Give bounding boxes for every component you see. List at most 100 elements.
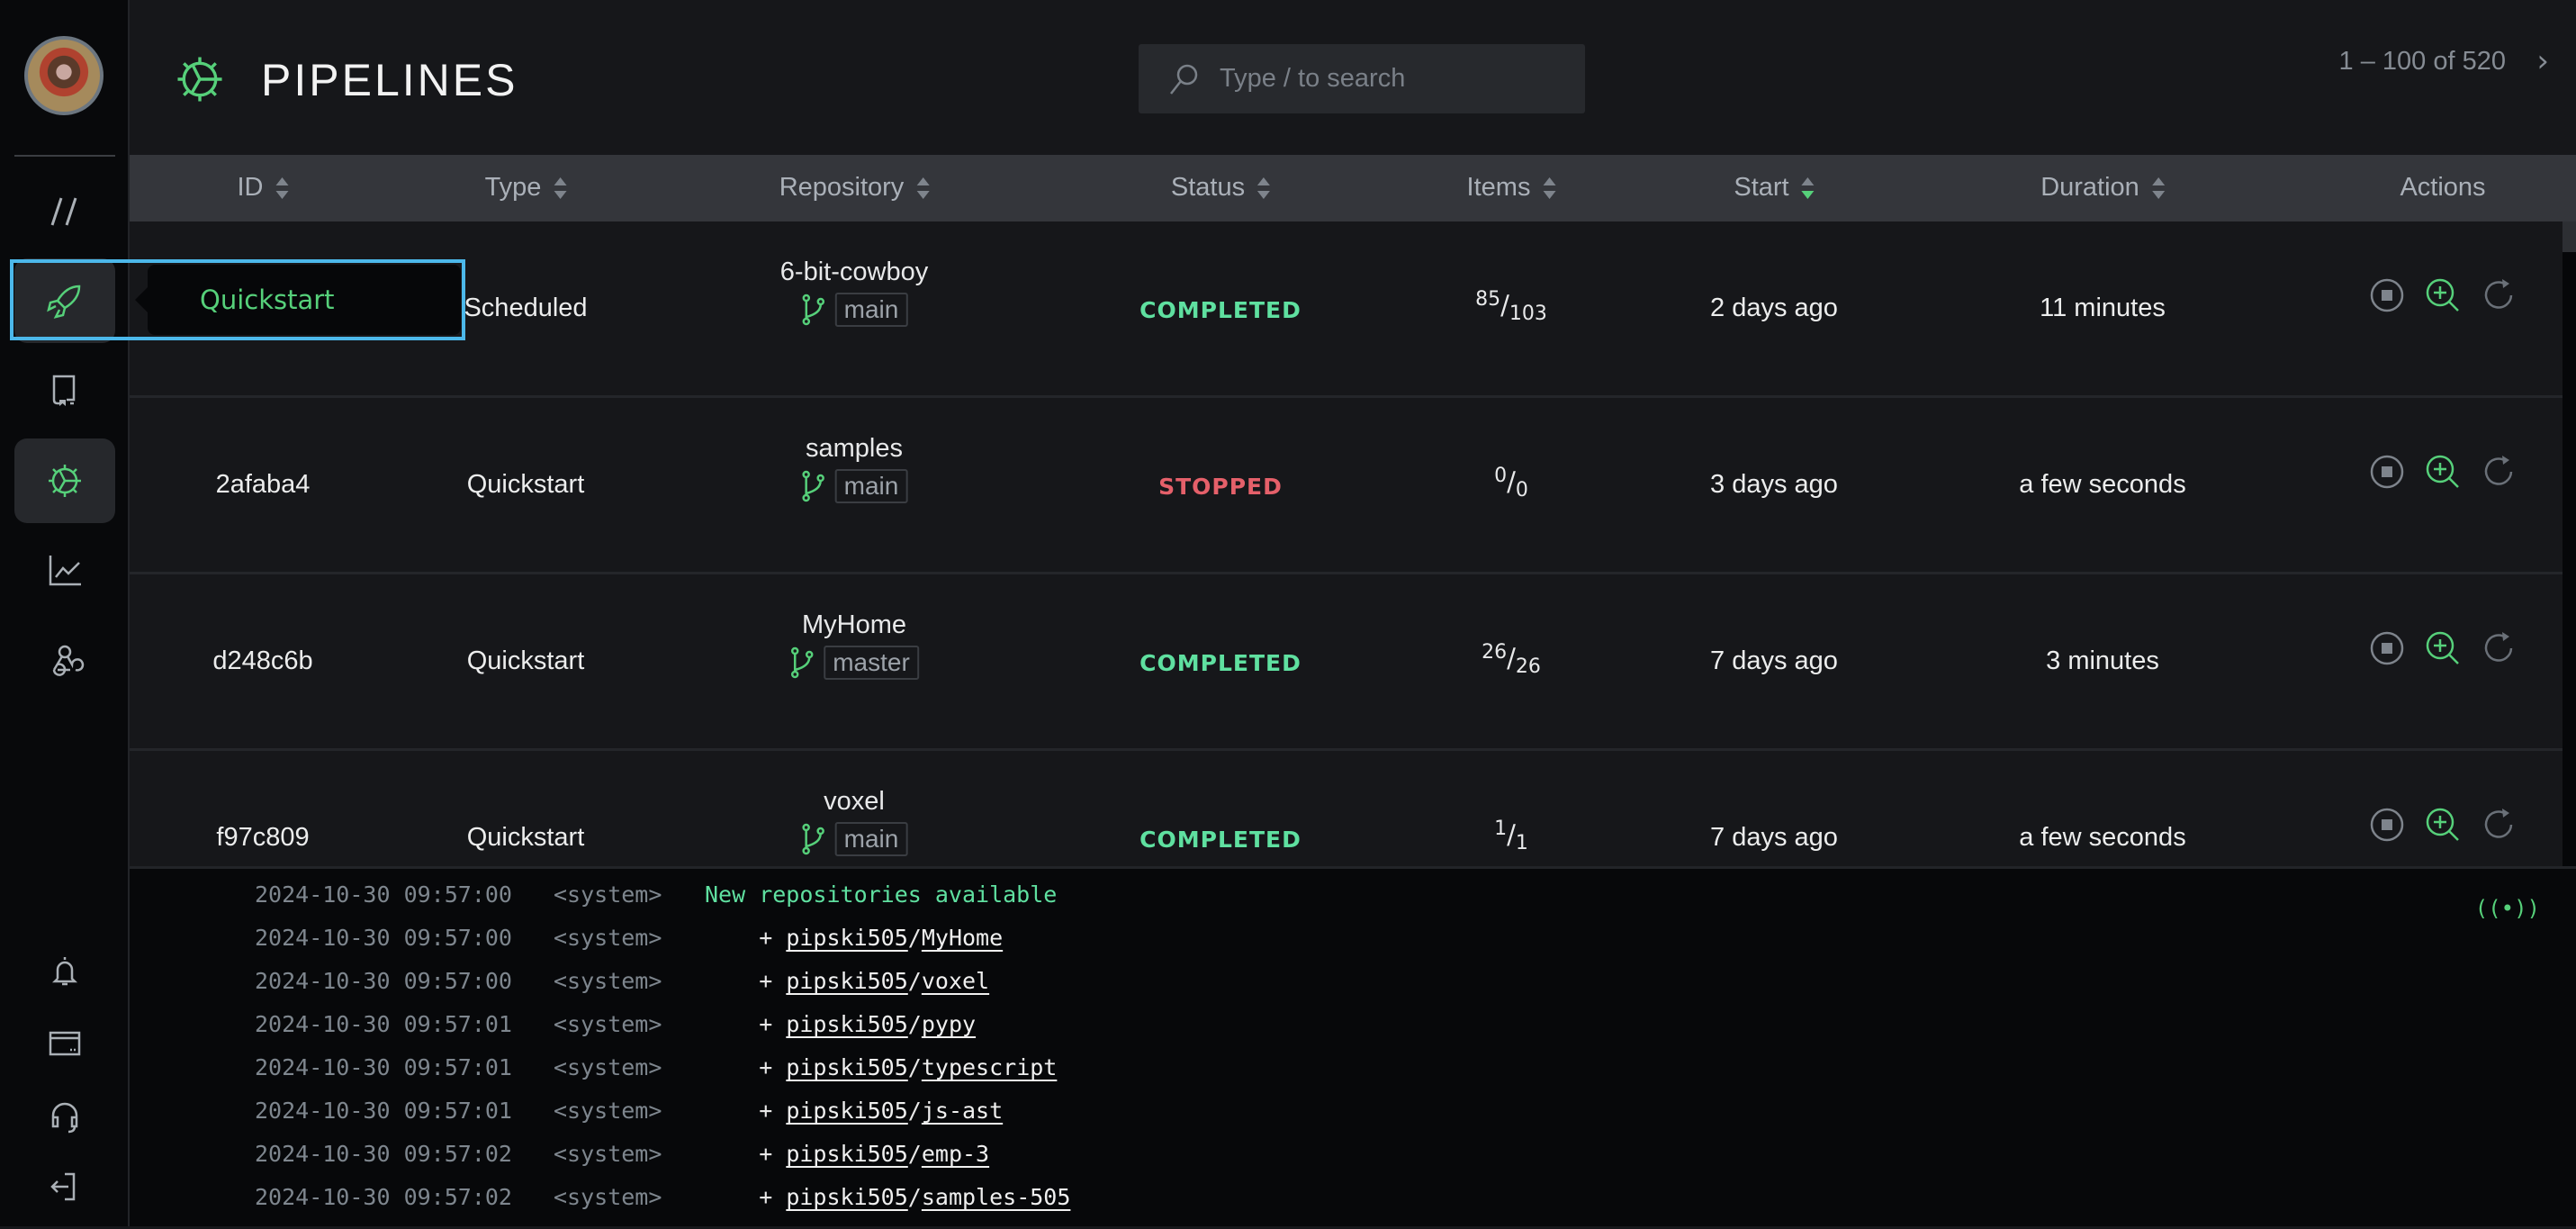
column-header-status[interactable]: Status (1171, 173, 1271, 203)
branch: main (801, 469, 908, 503)
avatar[interactable] (24, 36, 104, 115)
sidebar-item-analytics[interactable] (14, 528, 115, 612)
log-line: 2024-10-30 09:57:00 <system> + pipski505/… (255, 968, 989, 994)
logout-button[interactable] (14, 1144, 115, 1229)
log-slash: / (907, 1098, 922, 1124)
pipeline-type: Quickstart (466, 823, 585, 852)
repository-name[interactable]: samples (801, 434, 908, 464)
inspect-zoom-icon[interactable] (2423, 805, 2463, 845)
rerun-icon[interactable] (2479, 276, 2518, 315)
column-header-repository[interactable]: Repository (779, 173, 930, 203)
branch-icon (790, 646, 814, 679)
column-label: Actions (2400, 173, 2486, 202)
sort-icon[interactable] (554, 176, 567, 199)
items-total: 26 (1515, 655, 1541, 678)
row-actions (2367, 276, 2518, 315)
log-line: 2024-10-30 09:57:01 <system> + pipski505/… (255, 1054, 1057, 1080)
log-plus: + (705, 1098, 787, 1124)
search-box[interactable] (1139, 44, 1585, 113)
column-header-items[interactable]: Items (1467, 173, 1556, 203)
sort-icon[interactable] (916, 176, 930, 199)
repo-link[interactable]: MyHome (922, 925, 1003, 951)
log-timestamp: 2024-10-30 09:57:02 (255, 1141, 512, 1167)
sidebar-item-home[interactable] (14, 168, 115, 253)
search-input[interactable] (1220, 64, 1580, 94)
stop-icon[interactable] (2367, 628, 2407, 668)
log-plus: + (705, 1141, 787, 1167)
divider (14, 155, 115, 157)
table-row[interactable]: d248c6b Quickstart MyHome master COMPLET… (130, 574, 2562, 751)
repo-owner-link[interactable]: pipski505 (786, 1184, 907, 1210)
repo-owner-link[interactable]: pipski505 (786, 968, 907, 994)
repo-link[interactable]: emp-3 (922, 1141, 989, 1167)
column-header-duration[interactable]: Duration (2040, 173, 2165, 203)
column-header-start[interactable]: Start (1734, 173, 1815, 203)
stop-icon[interactable] (2367, 452, 2407, 492)
items-total: 0 (1515, 479, 1528, 502)
rerun-icon[interactable] (2479, 628, 2518, 668)
sort-icon[interactable] (1257, 176, 1271, 199)
repo-owner-link[interactable]: pipski505 (786, 1141, 907, 1167)
pipeline-id[interactable]: d248c6b (212, 646, 312, 676)
stop-icon[interactable] (2367, 276, 2407, 315)
branch-tag: main (834, 293, 908, 327)
table-scrollbar[interactable] (2562, 221, 2576, 866)
log-plus: + (705, 1184, 787, 1210)
inspect-zoom-icon[interactable] (2423, 276, 2463, 315)
repo-owner-link[interactable]: pipski505 (786, 1054, 907, 1080)
log-line: 2024-10-30 09:57:02 <system> + pipski505/… (255, 1141, 989, 1167)
sort-icon[interactable] (275, 176, 289, 199)
pipelines-gear-icon (49, 465, 81, 497)
inspect-zoom-icon[interactable] (2423, 452, 2463, 492)
repository-name[interactable]: 6-bit-cowboy (780, 258, 928, 287)
repo-link[interactable]: typescript (922, 1054, 1058, 1080)
scrollbar-thumb[interactable] (2562, 221, 2576, 252)
repo-link[interactable]: js-ast (922, 1098, 1003, 1124)
live-broadcast-icon[interactable]: ((•)) (2475, 896, 2540, 921)
log-timestamp: 2024-10-30 09:57:01 (255, 1098, 512, 1124)
column-header-id[interactable]: ID (238, 173, 289, 203)
log-slash: / (907, 1184, 922, 1210)
repository-name[interactable]: MyHome (789, 610, 919, 640)
repo-link[interactable]: voxel (922, 968, 989, 994)
column-header-type[interactable]: Type (485, 173, 567, 203)
repository-name[interactable]: voxel (801, 787, 908, 817)
items-total: 1 (1515, 832, 1528, 854)
repository-cell: voxel main (801, 787, 908, 856)
log-source: <system> (554, 1098, 662, 1124)
rerun-icon[interactable] (2479, 452, 2518, 492)
log-plus: + (705, 968, 787, 994)
sort-icon[interactable] (2151, 176, 2165, 199)
repo-owner-link[interactable]: pipski505 (786, 1098, 907, 1124)
sort-icon[interactable] (1543, 176, 1556, 199)
repo-owner-link[interactable]: pipski505 (786, 1011, 907, 1037)
branch: main (801, 822, 908, 856)
inspect-zoom-icon[interactable] (2423, 628, 2463, 668)
duration: 3 minutes (2046, 646, 2159, 675)
rerun-icon[interactable] (2479, 805, 2518, 845)
log-source: <system> (554, 1011, 662, 1037)
table-row[interactable]: 2afaba4 Quickstart samples main STOPPED … (130, 398, 2562, 574)
pipeline-id[interactable]: 2afaba4 (216, 470, 311, 500)
repo-owner-link[interactable]: pipski505 (786, 925, 907, 951)
log-timestamp: 2024-10-30 09:57:01 (255, 1011, 512, 1037)
sidebar-item-docs[interactable] (14, 347, 115, 431)
items-total: 103 (1509, 303, 1547, 325)
stop-icon[interactable] (2367, 805, 2407, 845)
table-row[interactable]: f97c809 Quickstart voxel main COMPLETED … (130, 751, 2562, 866)
start-time: 2 days ago (1710, 294, 1838, 322)
pipeline-id[interactable]: f97c809 (216, 823, 309, 853)
table-row[interactable]: Scheduled 6-bit-cowboy main COMPLETED 85… (130, 221, 2562, 398)
sidebar-item-webhooks[interactable] (14, 619, 115, 703)
start-time: 3 days ago (1710, 470, 1838, 499)
log-source: <system> (554, 925, 662, 951)
items-done: 0 (1494, 465, 1508, 487)
repo-link[interactable]: samples-505 (922, 1184, 1071, 1210)
next-page-button[interactable]: › (2536, 43, 2549, 79)
sidebar-item-pipelines[interactable] (14, 438, 115, 523)
sort-icon[interactable] (1801, 176, 1815, 199)
log-line: 2024-10-30 09:57:00 <system> New repositor… (255, 881, 1057, 908)
repo-link[interactable]: pypy (922, 1011, 976, 1037)
column-label: Repository (779, 173, 905, 202)
billing-icon (49, 1031, 81, 1056)
